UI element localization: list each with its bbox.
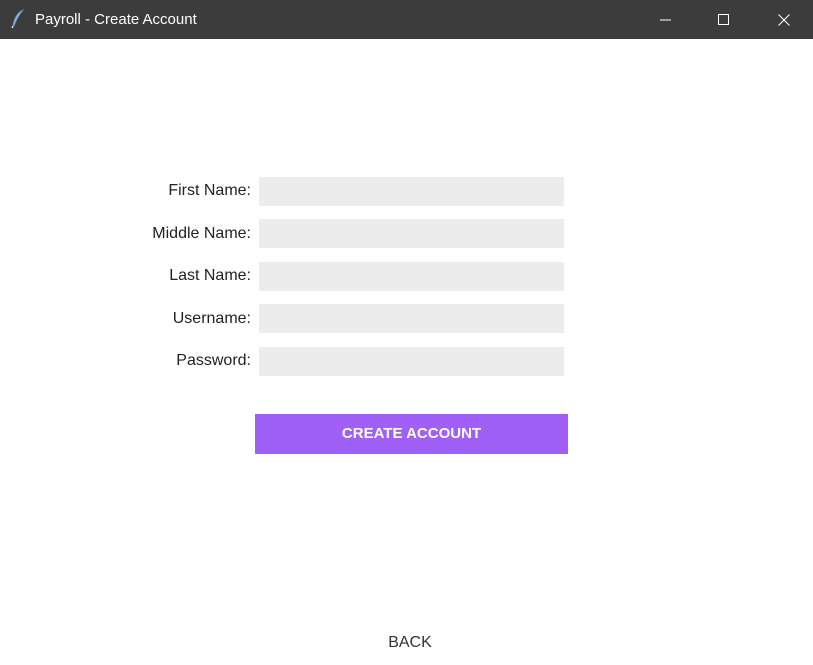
close-button[interactable] [755, 0, 813, 39]
minimize-button[interactable] [637, 0, 695, 39]
title-bar[interactable]: Payroll - Create Account [0, 0, 813, 39]
password-label: Password: [176, 352, 251, 369]
username-field[interactable] [259, 304, 564, 333]
back-button[interactable]: BACK [360, 632, 460, 654]
feather-icon [11, 9, 25, 29]
app-window: Payroll - Create Account First Name: Mid… [0, 0, 813, 665]
minimize-icon [660, 19, 671, 21]
last-name-field[interactable] [259, 262, 564, 291]
maximize-button[interactable] [695, 0, 753, 39]
username-label: Username: [172, 310, 251, 327]
create-account-button[interactable]: CREATE ACCOUNT [255, 414, 568, 454]
middle-name-label: Middle Name: [152, 225, 251, 242]
last-name-label: Last Name: [169, 267, 251, 284]
first-name-label: First Name: [168, 182, 251, 199]
close-icon [778, 14, 790, 26]
first-name-field[interactable] [259, 177, 564, 206]
maximize-icon [718, 14, 729, 25]
window-title: Payroll - Create Account [35, 11, 197, 28]
password-field[interactable] [259, 347, 564, 376]
middle-name-field[interactable] [259, 219, 564, 248]
